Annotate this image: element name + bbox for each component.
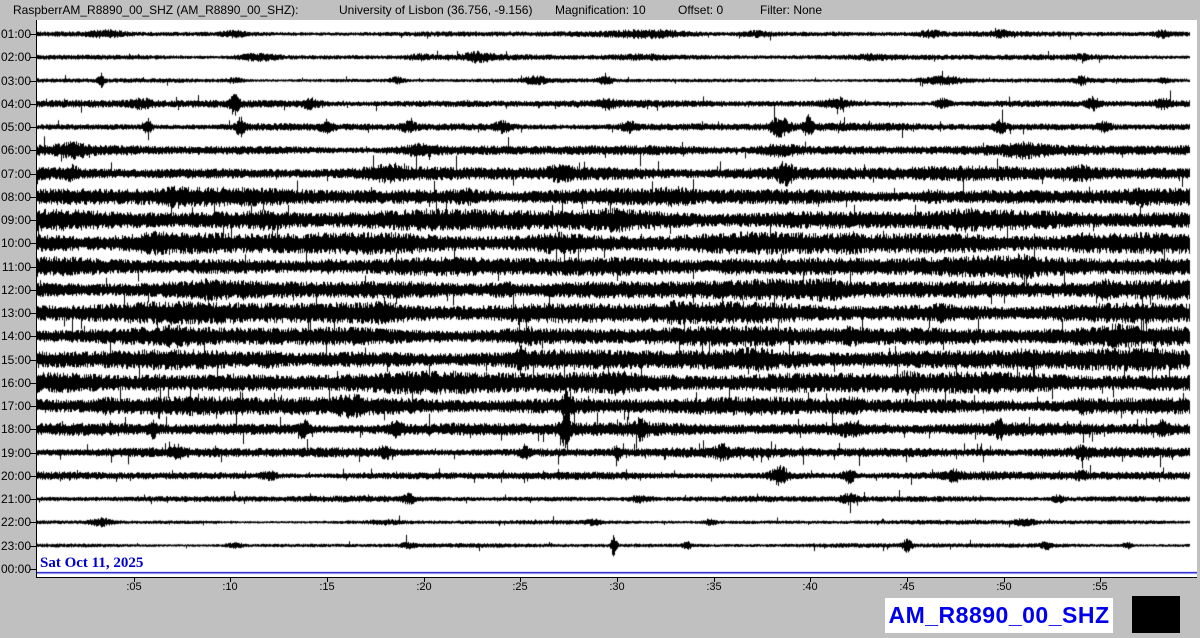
hour-tick	[30, 104, 37, 105]
hour-tick	[30, 267, 37, 268]
recording-status-box[interactable]	[1132, 596, 1180, 633]
minute-label: :55	[1092, 581, 1108, 593]
filter-value: Filter: None	[760, 3, 823, 17]
hour-tick	[30, 127, 37, 128]
hour-label: 14:00	[0, 329, 31, 343]
minute-label: :05	[126, 581, 142, 593]
hour-label: 09:00	[0, 213, 31, 227]
hour-tick	[30, 406, 37, 407]
hour-tick	[30, 499, 37, 500]
hour-label: 05:00	[0, 120, 31, 134]
minute-label: :50	[996, 581, 1012, 593]
hour-label: 11:00	[1, 260, 31, 274]
minute-label: :30	[609, 581, 625, 593]
hour-label: 02:00	[0, 50, 31, 64]
hour-tick	[30, 313, 37, 314]
hour-label: 03:00	[0, 74, 31, 88]
hour-label: 15:00	[0, 353, 31, 367]
hour-tick	[30, 522, 37, 523]
hour-label: 12:00	[0, 283, 31, 297]
magnification-value: Magnification: 10	[555, 3, 646, 17]
hour-tick	[30, 336, 37, 337]
hour-tick	[30, 81, 37, 82]
hour-label: 06:00	[0, 143, 31, 157]
station-name-box[interactable]: AM_R8890_00_SHZ	[885, 598, 1113, 633]
hour-tick	[30, 150, 37, 151]
hour-label: 10:00	[0, 236, 31, 250]
network-description: University of Lisbon (36.756, -9.156)	[339, 3, 533, 17]
offset-value: Offset: 0	[678, 3, 724, 17]
hour-label: 17:00	[0, 399, 31, 413]
station-name-label: AM_R8890_00_SHZ	[888, 602, 1110, 628]
hour-tick	[30, 429, 37, 430]
minute-label: :15	[319, 581, 335, 593]
hour-tick	[30, 243, 37, 244]
hour-label: 04:00	[0, 97, 31, 111]
hour-label: 22:00	[0, 515, 31, 529]
hour-label: 23:00	[0, 539, 31, 553]
hour-tick	[30, 360, 37, 361]
minute-label: :45	[899, 581, 915, 593]
hour-tick	[30, 569, 37, 570]
hour-tick	[30, 34, 37, 35]
hour-label: 20:00	[0, 469, 31, 483]
hour-label: 13:00	[0, 306, 31, 320]
helicorder-plot[interactable]	[37, 20, 1197, 577]
minute-label: :40	[802, 581, 818, 593]
helicorder-canvas[interactable]	[37, 20, 1197, 577]
date-label: Sat Oct 11, 2025	[40, 555, 144, 571]
hour-tick	[30, 290, 37, 291]
hour-label: 07:00	[0, 167, 31, 181]
hour-tick	[30, 383, 37, 384]
hour-label: 16:00	[0, 376, 31, 390]
hour-tick	[30, 476, 37, 477]
hour-label: 21:00	[0, 492, 31, 506]
minute-label: :25	[512, 581, 528, 593]
hour-tick	[30, 546, 37, 547]
hour-tick	[30, 453, 37, 454]
hour-tick	[30, 174, 37, 175]
minute-label: :10	[222, 581, 238, 593]
minute-label: :20	[416, 581, 432, 593]
hour-label: 00:00	[0, 562, 31, 576]
hour-tick	[30, 197, 37, 198]
minute-label: :35	[706, 581, 722, 593]
hour-label: 18:00	[0, 422, 31, 436]
hour-label: 19:00	[0, 446, 31, 460]
hour-label: 01:00	[0, 27, 31, 41]
hour-tick	[30, 57, 37, 58]
station-title: RaspberrAM_R8890_00_SHZ (AM_R8890_00_SHZ…	[13, 3, 299, 17]
hour-label: 08:00	[0, 190, 31, 204]
hour-tick	[30, 220, 37, 221]
